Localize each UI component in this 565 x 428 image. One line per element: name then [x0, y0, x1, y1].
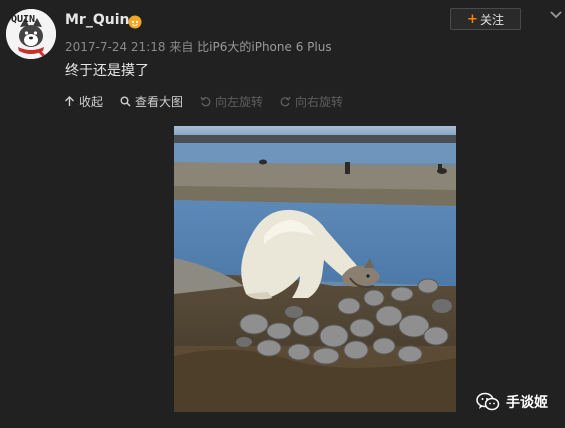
- rotate-left-button[interactable]: 向左旋转: [200, 93, 263, 110]
- view-large-button[interactable]: 查看大图: [120, 93, 183, 110]
- post-timestamp[interactable]: 2017-7-24 21:18: [65, 40, 166, 54]
- rotate-right-icon: [280, 96, 291, 106]
- collapse-label: 收起: [79, 94, 104, 109]
- collapse-icon: [65, 95, 74, 106]
- username[interactable]: Mr_Quin: [65, 12, 129, 28]
- watermark: 手谈姬: [476, 392, 548, 412]
- rotate-right-button[interactable]: 向右旋转: [280, 93, 343, 110]
- post-image[interactable]: [174, 126, 456, 412]
- vip-badge-icon[interactable]: [127, 13, 143, 29]
- rotate-left-icon: [200, 96, 211, 106]
- wechat-icon: [476, 392, 500, 411]
- follow-label: 关注: [479, 12, 504, 27]
- rotate-right-label: 向右旋转: [295, 94, 344, 109]
- avatar-label: QUIN: [11, 14, 36, 25]
- collapse-button[interactable]: 收起: [64, 93, 103, 110]
- watermark-text: 手谈姬: [506, 395, 548, 411]
- post-meta: 2017-7-24 21:18 来自 比iP6大的iPhone 6 Plus: [65, 38, 332, 55]
- plus-icon: +: [467, 11, 478, 27]
- post-source[interactable]: 比iP6大的iPhone 6 Plus: [197, 40, 331, 54]
- image-toolbar: 收起 查看大图 向左旋转 向右旋转: [64, 93, 360, 109]
- chevron-down-icon[interactable]: [549, 10, 563, 20]
- source-prefix: 来自: [169, 40, 194, 54]
- avatar[interactable]: QUIN: [6, 9, 56, 59]
- post-text: 终于还是摸了: [65, 63, 149, 79]
- magnifier-icon: [120, 96, 131, 107]
- view-large-label: 查看大图: [135, 94, 184, 109]
- polar-bear-photo: [174, 126, 456, 412]
- follow-button[interactable]: + 关注: [450, 8, 521, 30]
- rotate-left-label: 向左旋转: [215, 94, 264, 109]
